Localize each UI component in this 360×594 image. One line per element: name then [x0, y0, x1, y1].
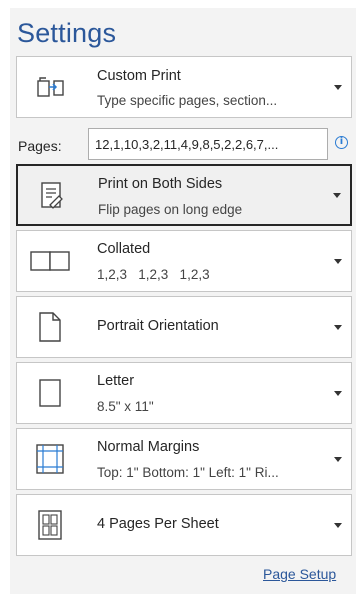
custom-print-icon [25, 65, 75, 109]
pages-input[interactable] [88, 128, 328, 160]
print-range-dropdown[interactable]: Custom Print Type specific pages, sectio… [16, 56, 352, 118]
print-sides-sublabel: Flip pages on long edge [98, 202, 243, 217]
margins-dropdown[interactable]: Normal Margins Top: 1" Bottom: 1" Left: … [16, 428, 352, 490]
paper-size-sublabel: 8.5" x 11" [97, 399, 154, 414]
chevron-down-icon [334, 85, 342, 90]
chevron-down-icon [333, 193, 341, 198]
collation-dropdown[interactable]: Collated 1,2,3 1,2,3 1,2,3 [16, 230, 352, 292]
print-range-sublabel: Type specific pages, section... [97, 93, 278, 108]
margins-label: Normal Margins [97, 439, 200, 455]
print-range-label: Custom Print [97, 68, 181, 84]
paper-size-dropdown[interactable]: Letter 8.5" x 11" [16, 362, 352, 424]
margins-sublabel: Top: 1" Bottom: 1" Left: 1" Ri... [97, 465, 279, 480]
paper-size-label: Letter [97, 373, 135, 389]
settings-title: Settings [17, 18, 117, 48]
print-sides-dropdown[interactable]: Print on Both Sides Flip pages on long e… [16, 164, 352, 226]
collated-icon [25, 239, 75, 283]
page-setup-link[interactable]: Page Setup [263, 566, 336, 582]
chevron-down-icon [334, 259, 342, 264]
paper-size-icon [25, 371, 75, 415]
chevron-down-icon [334, 457, 342, 462]
collation-sublabel: 1,2,3 1,2,3 1,2,3 [97, 267, 210, 282]
duplex-print-icon [26, 173, 76, 217]
pages-label: Pages: [18, 138, 62, 154]
pages-per-sheet-icon [25, 503, 75, 547]
pages-per-sheet-dropdown[interactable]: 4 Pages Per Sheet [16, 494, 352, 556]
orientation-label: Portrait Orientation [97, 318, 219, 334]
pages-per-sheet-label: 4 Pages Per Sheet [97, 516, 219, 532]
print-sides-label: Print on Both Sides [98, 176, 223, 192]
portrait-icon [25, 305, 75, 349]
collation-label: Collated [97, 241, 151, 257]
info-icon[interactable]: i [335, 136, 348, 149]
orientation-dropdown[interactable]: Portrait Orientation [16, 296, 352, 358]
margins-icon [25, 437, 75, 481]
chevron-down-icon [334, 325, 342, 330]
chevron-down-icon [334, 523, 342, 528]
chevron-down-icon [334, 391, 342, 396]
